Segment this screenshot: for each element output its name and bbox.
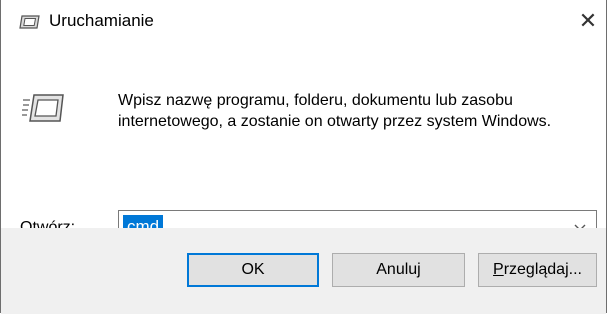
cancel-button[interactable]: Anuluj [332, 253, 465, 287]
title-bar[interactable]: Uruchamianie ✕ [1, 0, 606, 42]
instruction-text: Wpisz nazwę programu, folderu, dokumentu… [118, 92, 552, 130]
window-title: Uruchamianie [49, 11, 154, 30]
close-button[interactable]: ✕ [572, 6, 604, 36]
run-large-icon [21, 92, 65, 124]
ok-button[interactable]: OK [187, 253, 319, 287]
browse-label-rest: rzeglądaj... [503, 261, 582, 278]
close-icon: ✕ [578, 8, 598, 33]
run-dialog: Uruchamianie ✕ Wpisz nazwę programu, fol… [0, 0, 607, 314]
browse-accesskey: P [493, 261, 504, 278]
run-icon [19, 14, 41, 30]
browse-button[interactable]: Przeglądaj... [478, 253, 597, 287]
dialog-body: Wpisz nazwę programu, folderu, dokumentu… [1, 42, 606, 244]
